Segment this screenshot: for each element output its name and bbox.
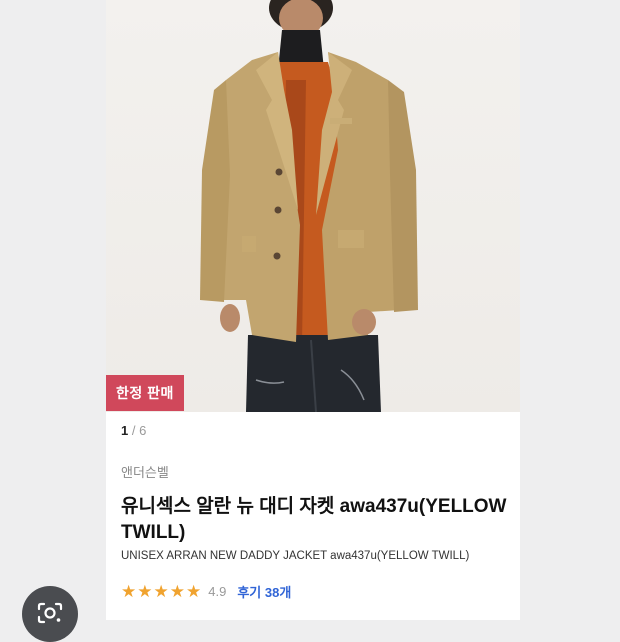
google-lens-button[interactable] bbox=[22, 586, 78, 642]
image-pager-total: 6 bbox=[139, 423, 147, 438]
star-icon: ★ bbox=[186, 582, 202, 601]
limited-sale-badge: 한정 판매 bbox=[106, 375, 184, 411]
image-pager: 1 / 6 bbox=[121, 423, 146, 438]
rating-score: 4.9 bbox=[208, 584, 227, 599]
product-title-english: UNISEX ARRAN NEW DADDY JACKET awa437u(YE… bbox=[121, 550, 470, 562]
product-card: 한정 판매 1 / 6 앤더슨벨 유니섹스 알란 뉴 대디 자켓 awa437u… bbox=[106, 0, 520, 620]
image-pager-separator: / bbox=[128, 423, 140, 438]
product-title: 유니섹스 알란 뉴 대디 자켓 awa437u(YELLOW TWILL) bbox=[121, 496, 507, 543]
star-icon: ★ bbox=[169, 582, 185, 601]
brand-name[interactable]: 앤더슨벨 bbox=[121, 462, 169, 481]
star-icon: ★ bbox=[153, 582, 169, 601]
model-wearing-jacket-illustration bbox=[200, 0, 418, 412]
product-image[interactable]: 한정 판매 bbox=[106, 0, 520, 412]
star-rating: ★ ★ ★ ★ ★ bbox=[121, 583, 202, 600]
google-lens-icon bbox=[37, 602, 63, 624]
rating-row[interactable]: ★ ★ ★ ★ ★ 4.9 후기 38개 bbox=[121, 582, 291, 601]
star-icon: ★ bbox=[121, 582, 137, 601]
star-icon: ★ bbox=[137, 582, 153, 601]
reviews-link[interactable]: 후기 38개 bbox=[237, 582, 291, 601]
